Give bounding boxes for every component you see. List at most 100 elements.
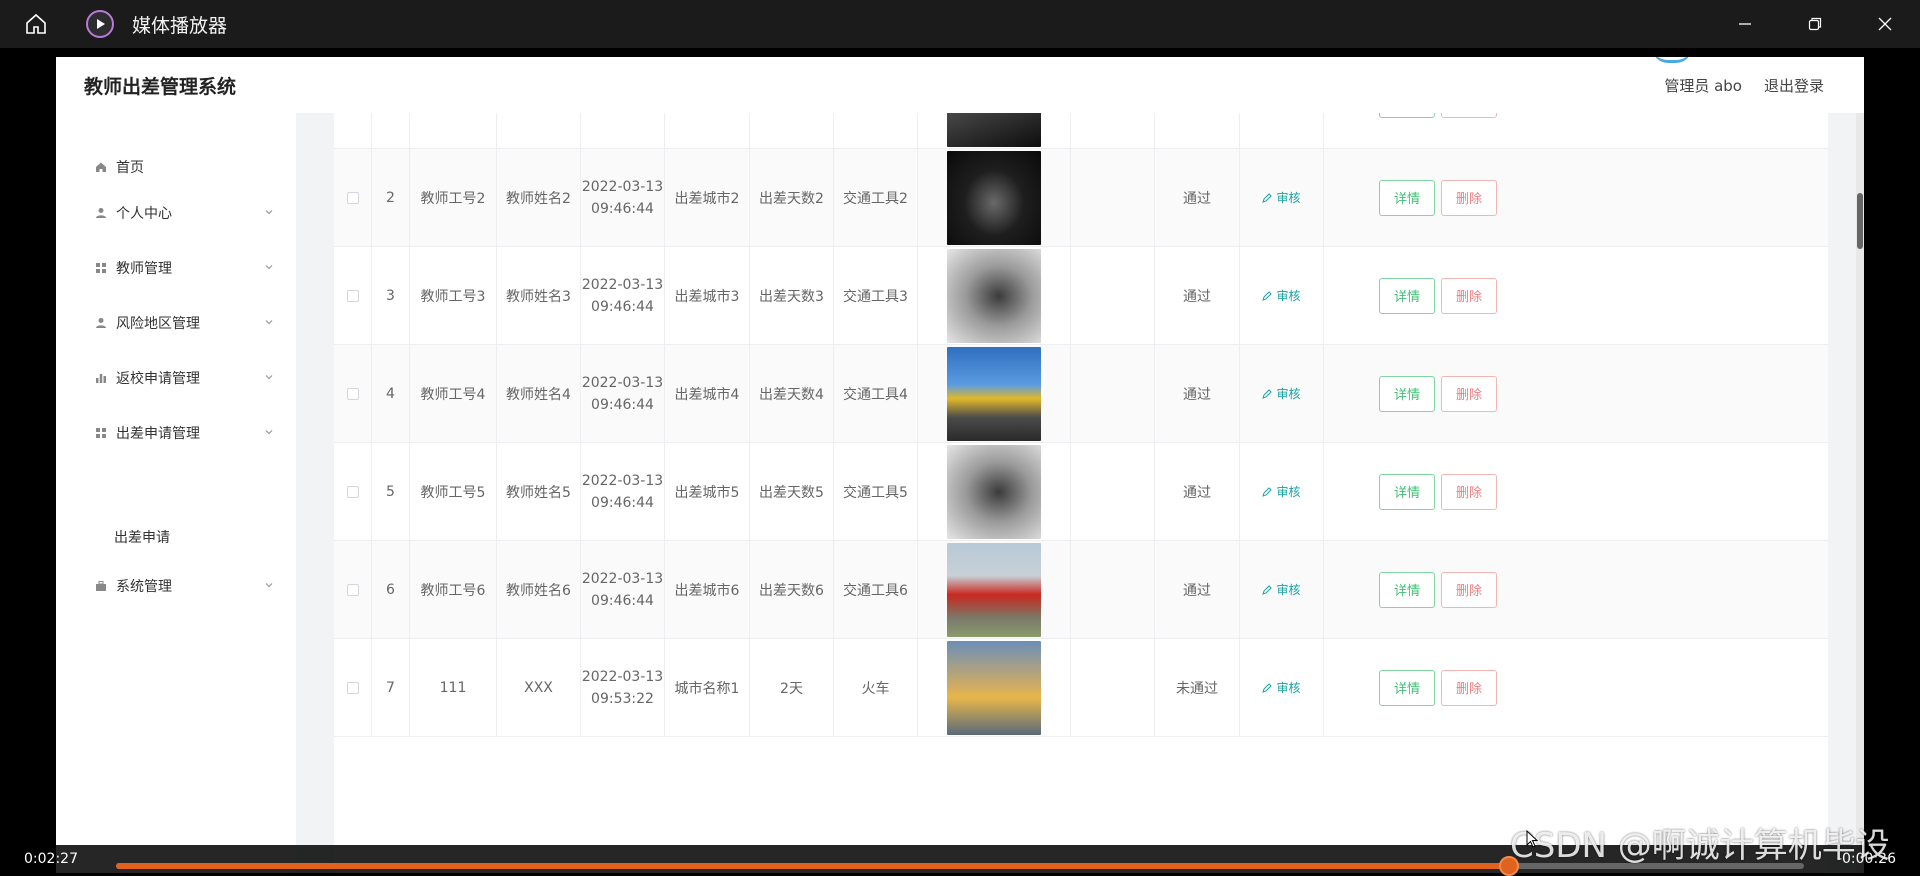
logout-link[interactable]: 退出登录: [1764, 75, 1824, 96]
car-thumbnail[interactable]: [947, 248, 1041, 343]
chevron-down-icon: [265, 265, 273, 270]
sidebar-item-home[interactable]: 首页: [94, 153, 274, 181]
trip-days-cell: 出差天数4: [750, 345, 834, 442]
sidebar-item-business-trip-management[interactable]: 出差申请管理: [94, 419, 274, 447]
detail-button[interactable]: 详情: [1379, 277, 1435, 314]
apply-date: 2022-03-13: [581, 570, 664, 587]
sidebar-item-system-management[interactable]: 系统管理: [94, 572, 274, 600]
detail-button[interactable]: 详情: [1379, 179, 1435, 216]
detail-button[interactable]: 详情: [1379, 571, 1435, 608]
delete-button[interactable]: 删除: [1441, 179, 1497, 216]
transport-cell: 交通工具3: [834, 247, 918, 344]
operations-cell: 详情删除: [1324, 247, 1552, 344]
detail-button[interactable]: 详情: [1379, 473, 1435, 510]
trip-city-cell: 城市名称1: [665, 639, 750, 736]
grid-icon: [94, 261, 108, 275]
chevron-down-icon: [265, 583, 273, 588]
teacher-name-cell: 教师姓名2: [497, 149, 581, 246]
transport-cell: 交通工具6: [834, 541, 918, 638]
table-row: 4 教师工号4 教师姓名4 2022-03-13 09:46:44 出差城市4 出差天数4 交…: [334, 345, 1828, 443]
delete-button[interactable]: 删除: [1441, 277, 1497, 314]
trip-city-cell: 出差城市3: [665, 247, 750, 344]
sidebar-item-return-application-management[interactable]: 返校申请管理: [94, 364, 274, 392]
row-number: 2: [372, 149, 410, 246]
detail-button[interactable]: 详情: [1379, 113, 1435, 118]
transport-cell: 交通工具5: [834, 443, 918, 540]
car-thumbnail[interactable]: [947, 150, 1041, 245]
row-checkbox[interactable]: [346, 387, 359, 400]
delete-button[interactable]: 删除: [1441, 375, 1497, 412]
home-button[interactable]: [0, 0, 72, 48]
car-thumbnail[interactable]: [947, 640, 1041, 735]
teacher-name-cell: 教师姓名5: [497, 443, 581, 540]
row-number: 6: [372, 541, 410, 638]
teacher-id-cell: 教师工号1: [410, 113, 497, 148]
row-checkbox[interactable]: [346, 485, 359, 498]
restore-button[interactable]: [1780, 0, 1850, 48]
scrollbar-thumb[interactable]: [1857, 193, 1863, 249]
review-status-cell: 通过: [1155, 345, 1240, 442]
chevron-up-icon: [265, 430, 273, 435]
audit-link[interactable]: 审核: [1262, 385, 1301, 402]
audit-link[interactable]: 审核: [1262, 189, 1301, 206]
watermark: CSDN @啊诚计算机毕设: [1510, 826, 1890, 866]
detail-button[interactable]: 详情: [1379, 375, 1435, 412]
apply-time-cell: 2022-03-13 09:46:44: [581, 443, 665, 540]
user-icon: [94, 316, 108, 330]
sidebar-subitem-business-trip-application[interactable]: 出差申请: [114, 527, 170, 547]
minimize-icon: [1739, 23, 1751, 25]
delete-button[interactable]: 删除: [1441, 473, 1497, 510]
table-row: 5 教师工号5 教师姓名5 2022-03-13 09:46:44 出差城市5 出差天数5 交…: [334, 443, 1828, 541]
minimize-button[interactable]: [1710, 0, 1780, 48]
sidebar-item-label: 出差申请管理: [116, 426, 200, 442]
vertical-scrollbar[interactable]: [1856, 113, 1864, 873]
car-thumbnail[interactable]: [947, 444, 1041, 539]
audit-link[interactable]: 审核: [1262, 581, 1301, 598]
seek-progress: [116, 863, 1509, 869]
image-cell: [918, 541, 1071, 638]
apply-date: 2022-03-13: [581, 374, 664, 391]
car-thumbnail[interactable]: [947, 346, 1041, 441]
car-thumbnail[interactable]: [947, 113, 1041, 147]
review-status-cell: 通过: [1155, 149, 1240, 246]
row-checkbox[interactable]: [346, 681, 359, 694]
delete-button[interactable]: 删除: [1441, 669, 1497, 706]
audit-link[interactable]: 审核: [1262, 679, 1301, 696]
audit-label: 审核: [1276, 191, 1301, 205]
teacher-id-cell: 教师工号3: [410, 247, 497, 344]
audit-cell: 审核: [1240, 639, 1324, 736]
delete-button[interactable]: 删除: [1441, 571, 1497, 608]
apply-date: 2022-03-13: [581, 276, 664, 293]
car-thumbnail[interactable]: [947, 542, 1041, 637]
row-select-cell: [334, 149, 372, 246]
apply-time: 09:46:44: [591, 592, 654, 609]
audit-link[interactable]: 审核: [1262, 483, 1301, 500]
apply-time: 09:46:44: [591, 494, 654, 511]
sidebar-item-personal-center[interactable]: 个人中心: [94, 199, 274, 227]
edit-icon: [1262, 682, 1273, 693]
detail-button[interactable]: 详情: [1379, 669, 1435, 706]
row-number: 5: [372, 443, 410, 540]
chevron-down-icon: [265, 320, 273, 325]
delete-button[interactable]: 删除: [1441, 113, 1497, 118]
row-checkbox[interactable]: [346, 191, 359, 204]
sidebar-item-teacher-management[interactable]: 教师管理: [94, 254, 274, 282]
apply-time: 09:46:44: [591, 396, 654, 413]
player-title: 媒体播放器: [132, 14, 228, 37]
audit-cell: 审核: [1240, 443, 1324, 540]
trip-days-cell: 出差天数3: [750, 247, 834, 344]
trip-days-cell: 2天: [750, 639, 834, 736]
edit-icon: [1262, 584, 1273, 595]
close-button[interactable]: [1850, 0, 1920, 48]
row-checkbox[interactable]: [346, 583, 359, 596]
review-status-cell: 通过: [1155, 113, 1240, 148]
audit-cell: 审核: [1240, 247, 1324, 344]
row-checkbox[interactable]: [346, 289, 359, 302]
audit-link[interactable]: 审核: [1262, 287, 1301, 304]
review-status-cell: 通过: [1155, 247, 1240, 344]
teacher-id-cell: 教师工号6: [410, 541, 497, 638]
empty-cell: [1071, 345, 1155, 442]
sidebar-item-risk-area-management[interactable]: 风险地区管理: [94, 309, 274, 337]
briefcase-icon: [94, 579, 108, 593]
empty-cell: [1071, 113, 1155, 148]
